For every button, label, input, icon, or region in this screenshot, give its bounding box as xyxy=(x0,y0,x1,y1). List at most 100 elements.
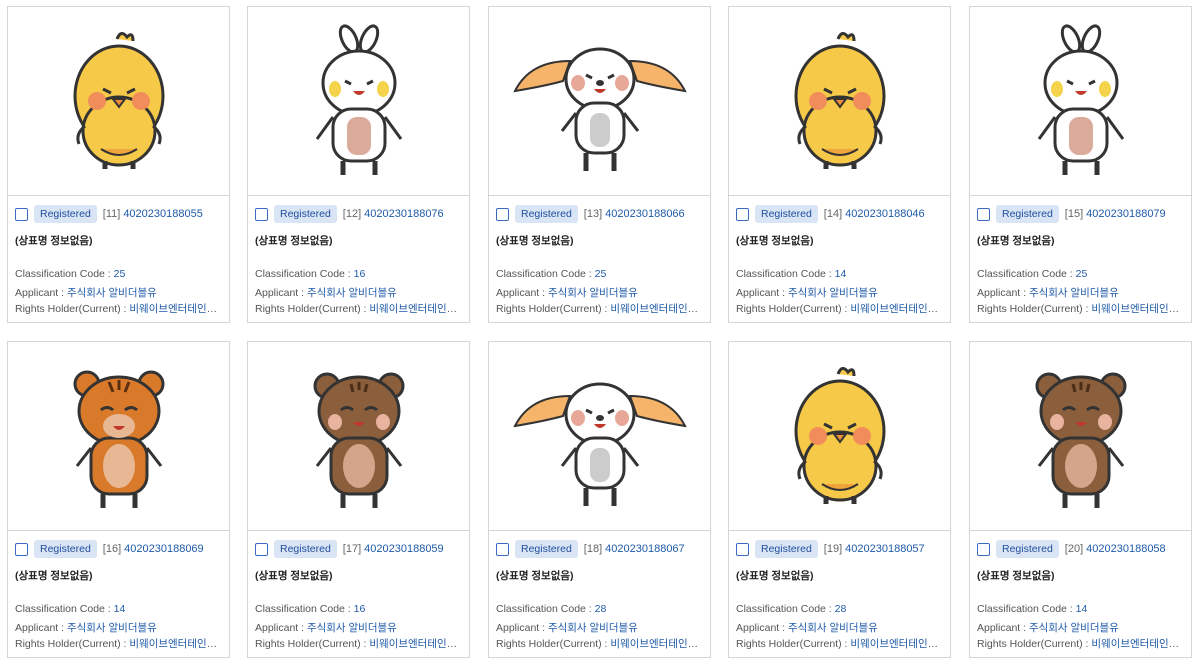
rights-holder-label: Rights Holder(Current) : xyxy=(977,303,1092,315)
select-checkbox[interactable] xyxy=(496,542,509,556)
applicant-label: Applicant : xyxy=(15,287,67,299)
trademark-card: Registered [19] 4020230188057 (상표명 정보없음)… xyxy=(728,341,951,658)
applicant-value[interactable]: 주식회사 알비더블유 xyxy=(788,622,878,634)
applicant-value[interactable]: 주식회사 알비더블유 xyxy=(548,622,638,634)
application-number-link[interactable]: 4020230188046 xyxy=(845,208,925,220)
trademark-name: (상표명 정보없음) xyxy=(736,570,814,582)
trademark-name: (상표명 정보없음) xyxy=(977,570,1055,582)
bear-character-icon xyxy=(313,372,404,508)
rights-holder-value[interactable]: 비웨이브엔터테인먼트... xyxy=(610,638,704,650)
classification-code-value: 14 xyxy=(113,603,126,615)
card-header-row: Registered [17] 4020230188059 xyxy=(255,539,444,559)
select-checkbox[interactable] xyxy=(255,207,268,221)
result-index: [12] xyxy=(342,208,362,220)
applicant-value[interactable]: 주식회사 알비더블유 xyxy=(548,287,638,299)
rights-holder-value[interactable]: 비웨이브엔터테인먼트... xyxy=(610,303,704,315)
rights-holder-row: Rights Holder(Current) : 비웨이브엔터테인먼트... xyxy=(15,301,223,316)
applicant-value[interactable]: 주식회사 알비더블유 xyxy=(307,287,397,299)
application-number-link[interactable]: 4020230188067 xyxy=(605,543,685,555)
application-number-link[interactable]: 4020230188059 xyxy=(364,543,444,555)
card-header-row: Registered [15] 4020230188079 xyxy=(977,204,1166,224)
applicant-label: Applicant : xyxy=(736,287,788,299)
rights-holder-row: Rights Holder(Current) : 비웨이브엔터테인먼트... xyxy=(736,636,944,651)
select-checkbox[interactable] xyxy=(496,207,509,221)
applicant-value[interactable]: 주식회사 알비더블유 xyxy=(1029,287,1119,299)
rights-holder-label: Rights Holder(Current) : xyxy=(255,303,370,315)
trademark-name: (상표명 정보없음) xyxy=(496,235,574,247)
rights-holder-label: Rights Holder(Current) : xyxy=(496,303,611,315)
select-checkbox[interactable] xyxy=(977,542,990,556)
classification-code-row: Classification Code : 14 xyxy=(977,603,1185,615)
trademark-image[interactable] xyxy=(489,7,710,196)
select-checkbox[interactable] xyxy=(977,207,990,221)
classification-code-value: 16 xyxy=(353,268,366,280)
trademark-card: Registered [18] 4020230188067 (상표명 정보없음)… xyxy=(488,341,711,658)
rights-holder-row: Rights Holder(Current) : 비웨이브엔터테인먼트... xyxy=(496,636,704,651)
status-badge: Registered xyxy=(274,540,337,558)
application-number-link[interactable]: 4020230188057 xyxy=(845,543,925,555)
trademark-card: Registered [15] 4020230188079 (상표명 정보없음)… xyxy=(969,6,1192,323)
rights-holder-value[interactable]: 비웨이브엔터테인먼트... xyxy=(129,303,223,315)
application-number-link[interactable]: 4020230188058 xyxy=(1086,543,1166,555)
trademark-image[interactable] xyxy=(248,7,469,196)
rights-holder-label: Rights Holder(Current) : xyxy=(496,638,611,650)
classification-code-label: Classification Code : xyxy=(736,603,835,615)
applicant-row: Applicant : 주식회사 알비더블유 xyxy=(736,285,944,300)
rights-holder-value[interactable]: 비웨이브엔터테인먼트... xyxy=(1091,638,1185,650)
rights-holder-row: Rights Holder(Current) : 비웨이브엔터테인먼트... xyxy=(15,636,223,651)
result-index: [14] xyxy=(823,208,843,220)
applicant-value[interactable]: 주식회사 알비더블유 xyxy=(67,287,157,299)
trademark-image[interactable] xyxy=(729,7,950,196)
trademark-image[interactable] xyxy=(8,7,229,196)
select-checkbox[interactable] xyxy=(15,542,28,556)
applicant-row: Applicant : 주식회사 알비더블유 xyxy=(15,285,223,300)
card-header-row: Registered [14] 4020230188046 xyxy=(736,204,925,224)
rights-holder-value[interactable]: 비웨이브엔터테인먼트... xyxy=(1091,303,1185,315)
applicant-value[interactable]: 주식회사 알비더블유 xyxy=(788,287,878,299)
select-checkbox[interactable] xyxy=(736,207,749,221)
applicant-row: Applicant : 주식회사 알비더블유 xyxy=(255,620,463,635)
rights-holder-value[interactable]: 비웨이브엔터테인먼트... xyxy=(129,638,223,650)
rights-holder-row: Rights Holder(Current) : 비웨이브엔터테인먼트... xyxy=(977,301,1185,316)
applicant-value[interactable]: 주식회사 알비더블유 xyxy=(307,622,397,634)
applicant-label: Applicant : xyxy=(977,287,1029,299)
trademark-image[interactable] xyxy=(489,342,710,531)
trademark-image[interactable] xyxy=(970,342,1191,531)
classification-code-label: Classification Code : xyxy=(15,603,114,615)
rights-holder-value[interactable]: 비웨이브엔터테인먼트... xyxy=(850,638,944,650)
result-index: [13] xyxy=(583,208,603,220)
application-number-link[interactable]: 4020230188079 xyxy=(1086,208,1166,220)
card-header-row: Registered [19] 4020230188057 xyxy=(736,539,925,559)
application-number-link[interactable]: 4020230188069 xyxy=(124,543,204,555)
application-number-link[interactable]: 4020230188055 xyxy=(123,208,203,220)
applicant-label: Applicant : xyxy=(977,622,1029,634)
status-badge: Registered xyxy=(515,540,578,558)
puppy-character-icon xyxy=(512,47,687,171)
rights-holder-value[interactable]: 비웨이브엔터테인먼트... xyxy=(369,303,463,315)
rights-holder-label: Rights Holder(Current) : xyxy=(15,638,130,650)
result-index: [18] xyxy=(583,543,603,555)
application-number-link[interactable]: 4020230188076 xyxy=(364,208,444,220)
status-badge: Registered xyxy=(996,205,1059,223)
applicant-row: Applicant : 주식회사 알비더블유 xyxy=(15,620,223,635)
applicant-value[interactable]: 주식회사 알비더블유 xyxy=(1029,622,1119,634)
trademark-image[interactable] xyxy=(970,7,1191,196)
applicant-value[interactable]: 주식회사 알비더블유 xyxy=(67,622,157,634)
applicant-label: Applicant : xyxy=(736,622,788,634)
select-checkbox[interactable] xyxy=(255,542,268,556)
trademark-card: Registered [12] 4020230188076 (상표명 정보없음)… xyxy=(247,6,470,323)
rights-holder-value[interactable]: 비웨이브엔터테인먼트... xyxy=(369,638,463,650)
tiger-character-icon xyxy=(73,370,164,508)
trademark-image[interactable] xyxy=(729,342,950,531)
rights-holder-row: Rights Holder(Current) : 비웨이브엔터테인먼트... xyxy=(255,636,463,651)
rights-holder-value[interactable]: 비웨이브엔터테인먼트... xyxy=(850,303,944,315)
trademark-card: Registered [11] 4020230188055 (상표명 정보없음)… xyxy=(7,6,230,323)
rights-holder-label: Rights Holder(Current) : xyxy=(15,303,130,315)
select-checkbox[interactable] xyxy=(736,542,749,556)
trademark-image[interactable] xyxy=(248,342,469,531)
result-index: [17] xyxy=(342,543,362,555)
chick-character-icon xyxy=(73,32,164,169)
application-number-link[interactable]: 4020230188066 xyxy=(605,208,685,220)
trademark-image[interactable] xyxy=(8,342,229,531)
select-checkbox[interactable] xyxy=(15,207,28,221)
